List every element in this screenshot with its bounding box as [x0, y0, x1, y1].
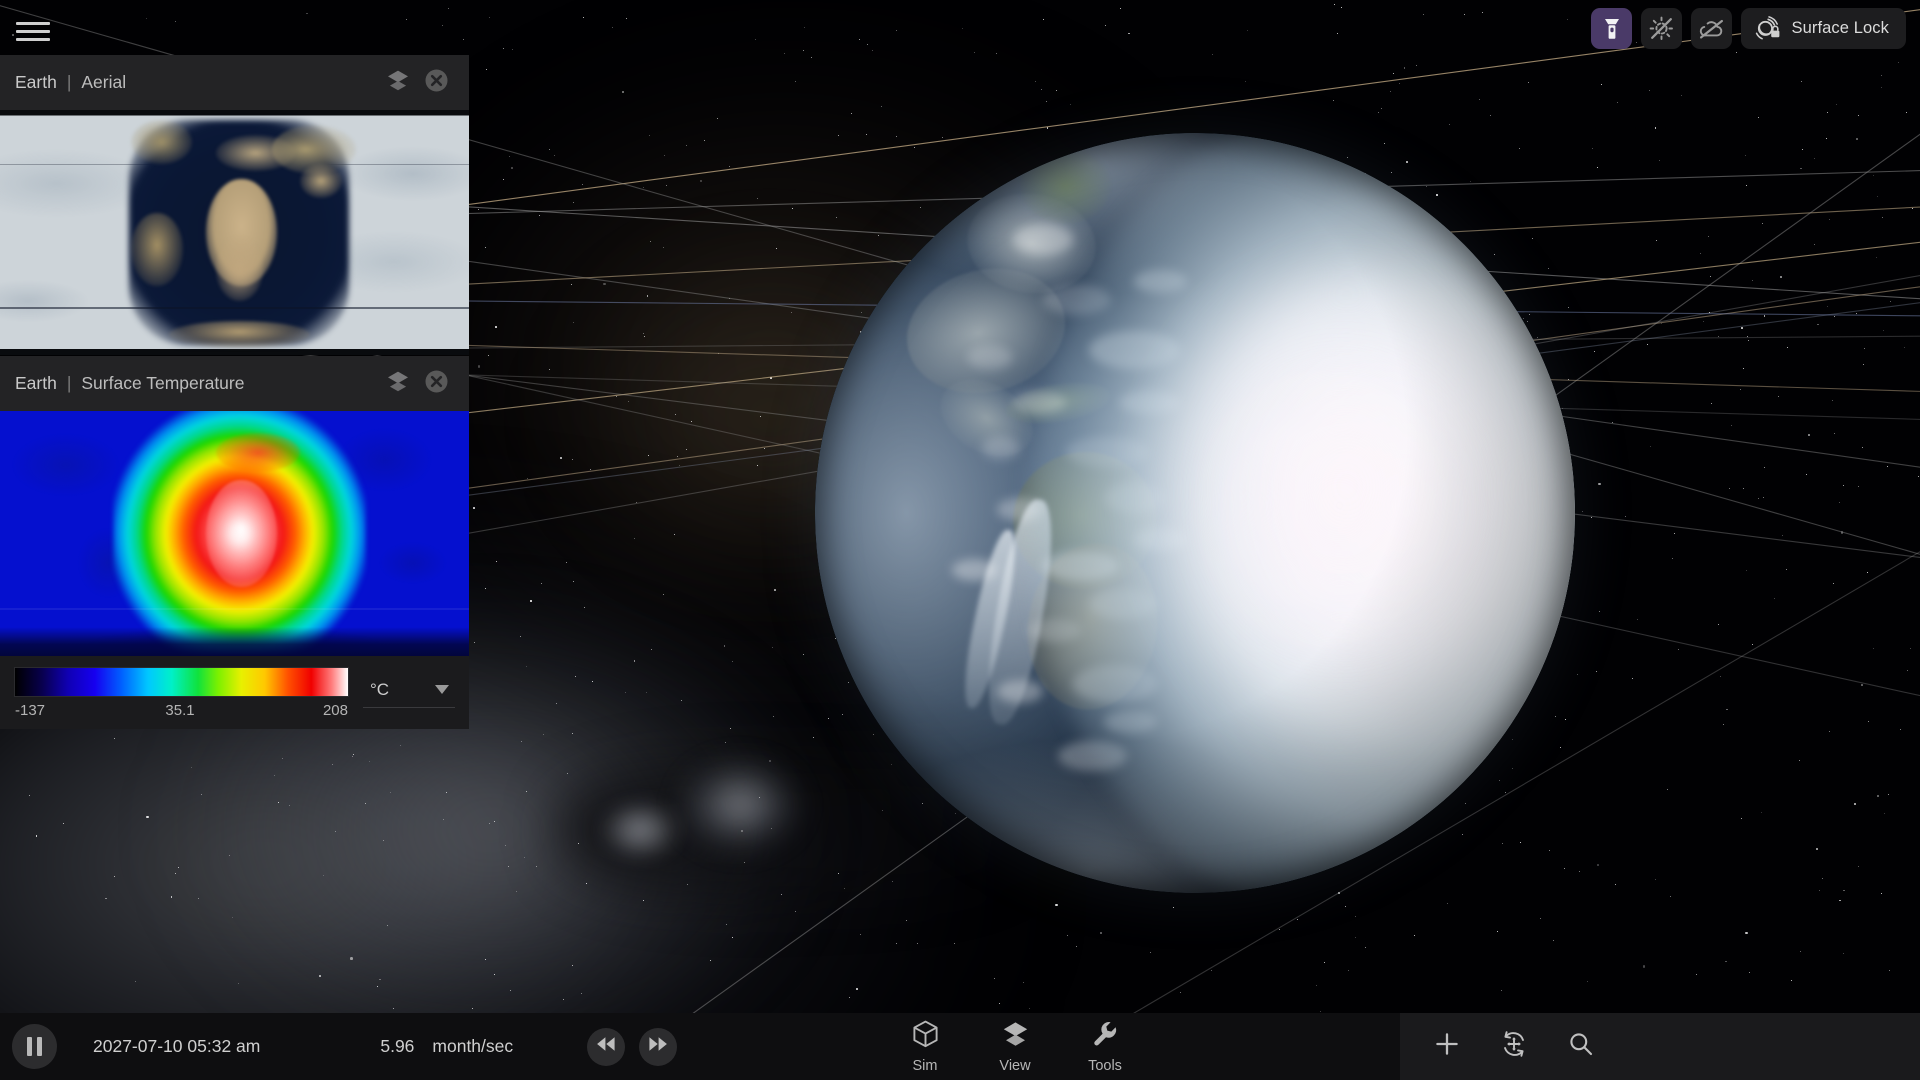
tab-view[interactable]: View	[970, 1013, 1060, 1080]
add-object-button[interactable]	[1424, 1024, 1469, 1069]
planet-globe[interactable]	[815, 133, 1575, 893]
panel-body-name: Earth	[15, 72, 57, 92]
panel-body-name-2: Earth	[15, 373, 57, 393]
legend-max-value: 208	[322, 701, 348, 719]
search-button[interactable]	[1558, 1024, 1603, 1069]
panel-layer-name: Aerial	[81, 72, 127, 92]
flashlight-toggle[interactable]	[1591, 8, 1633, 49]
mode-tabs: Sim View Tools	[880, 1013, 1150, 1080]
hamburger-menu-icon[interactable]	[16, 16, 50, 46]
layer-panel-aerial: Earth | Aerial	[0, 55, 469, 355]
cloud-off-icon	[1698, 18, 1725, 40]
aerial-land-antarctica	[168, 320, 310, 348]
temperature-latitude-line	[0, 608, 469, 610]
pause-bar-1	[27, 1037, 32, 1056]
cube-icon	[912, 1020, 939, 1053]
seek-controls	[587, 1027, 678, 1066]
surface-lock-label: Surface Lock	[1791, 19, 1889, 37]
legend-color-bar	[14, 666, 349, 697]
temperature-south-pole	[0, 626, 469, 656]
pause-icon	[27, 1037, 42, 1056]
aerial-land-south-america	[131, 212, 183, 287]
panel-title-separator-2: |	[66, 373, 72, 393]
aerial-land-southern-africa	[215, 237, 263, 302]
aerial-latitude-line-south	[0, 307, 469, 310]
search-icon	[1568, 1031, 1594, 1062]
tab-sim-label: Sim	[912, 1057, 938, 1074]
fast-forward-button[interactable]	[639, 1027, 678, 1066]
close-circle-icon	[424, 68, 449, 98]
tab-sim[interactable]: Sim	[880, 1013, 970, 1080]
flashlight-icon	[1601, 17, 1623, 41]
hamburger-bar-2	[16, 29, 50, 33]
hamburger-bar-1	[16, 21, 50, 25]
legend-scale: -137 35.1 208	[14, 666, 349, 719]
layer-panel-surface-temperature: Earth | Surface Temperature -137 35.1 20…	[0, 356, 469, 729]
bottom-toolbar: 2027-07-10 05:32 am 5.96 month/sec Sim V…	[0, 1013, 1920, 1080]
tab-view-label: View	[999, 1057, 1031, 1074]
legend-mid-value: 35.1	[165, 701, 195, 719]
layer-panels: Earth | Aerial Earth | Surface Temperatu…	[0, 55, 469, 730]
top-toolbar: Surface Lock	[1591, 8, 1906, 49]
panel-close-button-temperature[interactable]	[419, 367, 453, 401]
tab-tools[interactable]: Tools	[1060, 1013, 1150, 1080]
rewind-button[interactable]	[587, 1027, 626, 1066]
clouds-toggle[interactable]	[1691, 8, 1733, 49]
surface-lock-icon	[1754, 16, 1781, 41]
globe-rim	[815, 133, 1575, 893]
panel-header-aerial: Earth | Aerial	[0, 55, 469, 110]
tab-tools-label: Tools	[1088, 1057, 1122, 1074]
layers-icon	[386, 369, 410, 398]
temperature-unit-value: °C	[370, 679, 390, 699]
panel-title-aerial: Earth | Aerial	[15, 72, 126, 93]
recenter-icon	[1500, 1030, 1528, 1063]
close-circle-icon	[424, 369, 449, 399]
map-thumbnail-temperature[interactable]	[0, 411, 469, 656]
hamburger-bar-3	[16, 37, 50, 41]
sunlight-toggle[interactable]	[1641, 8, 1683, 49]
layers-icon	[386, 68, 410, 97]
simulation-datetime: 2027-07-10 05:32 am	[93, 1036, 261, 1056]
view-actions	[1400, 1013, 1920, 1080]
rewind-icon	[596, 1036, 616, 1057]
temperature-legend: -137 35.1 208 °C	[0, 656, 469, 729]
panel-title-temperature: Earth | Surface Temperature	[15, 373, 244, 394]
sun-off-icon	[1649, 16, 1674, 41]
panel-layer-name-2: Surface Temperature	[81, 373, 245, 393]
aerial-land-north-america	[131, 119, 193, 164]
recenter-view-button[interactable]	[1491, 1024, 1536, 1069]
legend-min-value: -137	[15, 701, 46, 719]
panel-close-button-aerial[interactable]	[419, 66, 453, 100]
temperature-africa-peak	[206, 479, 277, 588]
temperature-europe-band	[215, 433, 301, 473]
pause-bar-2	[37, 1037, 42, 1056]
wrench-icon	[1092, 1020, 1119, 1053]
fast-forward-icon	[648, 1036, 668, 1057]
layers-icon	[1002, 1020, 1029, 1053]
panel-layers-button-aerial[interactable]	[381, 66, 415, 100]
panel-header-temperature: Earth | Surface Temperature	[0, 356, 469, 411]
map-thumbnail-aerial[interactable]	[0, 110, 469, 355]
panel-layers-button-temperature[interactable]	[381, 367, 415, 401]
surface-lock-toggle[interactable]: Surface Lock	[1741, 8, 1906, 49]
play-pause-button[interactable]	[12, 1024, 57, 1069]
chevron-down-icon	[435, 685, 449, 694]
simulation-speed-unit: month/sec	[432, 1036, 514, 1056]
simulation-speed-value: 5.96	[380, 1036, 415, 1056]
temperature-unit-select[interactable]: °C	[363, 676, 455, 708]
legend-tick-labels: -137 35.1 208	[14, 702, 349, 719]
panel-title-separator: |	[66, 72, 72, 92]
playback-controls: 2027-07-10 05:32 am 5.96 month/sec	[0, 1024, 678, 1069]
plus-icon	[1434, 1031, 1460, 1062]
